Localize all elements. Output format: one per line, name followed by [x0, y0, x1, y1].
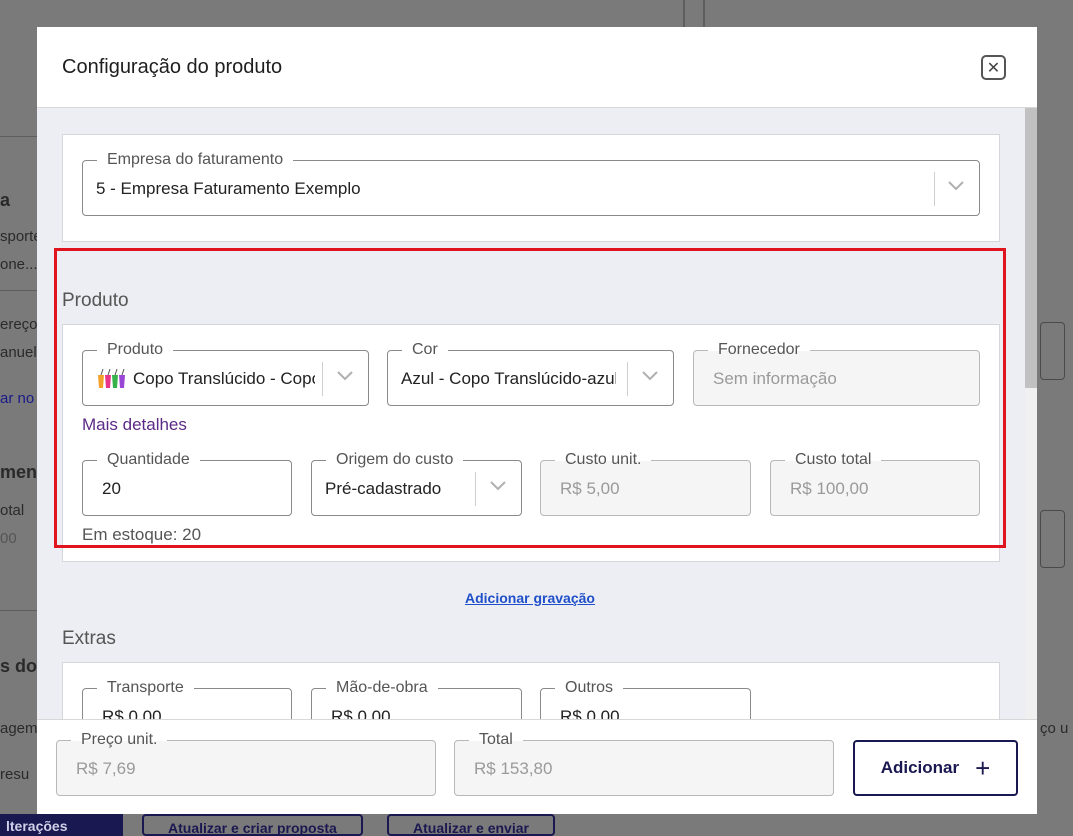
bg-text: ereço [0, 316, 38, 333]
field-value: Sem informação [713, 369, 837, 388]
field-value: Copo Translúcido - Copo [133, 369, 315, 388]
bg-text: ar no [0, 390, 35, 407]
bg-button: Atualizar e enviar [387, 814, 555, 836]
bg-field [1040, 322, 1065, 380]
fornecedor-field: Fornecedor Sem informação [693, 340, 980, 406]
stock-text: Em estoque: 20 [82, 525, 202, 544]
divider [322, 362, 323, 396]
divider [0, 610, 37, 611]
field-label: Custo unit. [555, 450, 652, 470]
bg-field [1040, 510, 1065, 568]
chevron-down-icon[interactable] [639, 365, 661, 387]
section-title-extras: Extras [62, 628, 116, 649]
field-value: Azul - Copo Translúcido-azul_c [401, 369, 616, 388]
modal-footer: Preço unit. R$ 7,69 Total R$ 153,80 Adic… [37, 719, 1037, 814]
more-details-link[interactable]: Mais detalhes [82, 415, 187, 435]
product-config-modal: Configuração do produto ✕ Empresa do fat… [37, 27, 1037, 814]
field-label: Produto [97, 340, 174, 360]
add-button[interactable]: Adicionar + [853, 740, 1018, 796]
field-label: Cor [402, 340, 448, 360]
field-value: Pré-cadastrado [325, 479, 442, 498]
close-button[interactable]: ✕ [981, 55, 1006, 80]
field-value: R$ 100,00 [790, 479, 869, 498]
custo-unit-field: Custo unit. R$ 5,00 [540, 450, 751, 516]
chevron-down-icon[interactable] [945, 175, 967, 197]
divider [683, 0, 685, 28]
modal-header: Configuração do produto ✕ [37, 27, 1037, 108]
field-value: R$ 7,69 [76, 759, 136, 778]
field-value: R$ 5,00 [560, 479, 620, 498]
field-label: Origem do custo [326, 450, 464, 470]
scrollbar-thumb[interactable] [1025, 108, 1037, 388]
field-label: Preço unit. [71, 730, 168, 750]
field-label: Mão-de-obra [326, 678, 438, 698]
divider [703, 0, 705, 28]
divider [0, 136, 37, 137]
modal-body: Empresa do faturamento 5 - Empresa Fatur… [37, 108, 1025, 719]
bg-text: resu [0, 766, 30, 783]
extras-card: Transporte R$ 0,00 Mão-de-obra R$ 0,00 O… [62, 662, 1000, 719]
quantidade-input[interactable]: Quantidade 20 [82, 450, 292, 516]
field-label: Custo total [785, 450, 882, 470]
divider [627, 362, 628, 396]
add-button-label: Adicionar [880, 758, 960, 777]
bg-text: ço u [1040, 720, 1069, 737]
section-title-produto: Produto [62, 290, 129, 311]
field-label: Fornecedor [708, 340, 810, 360]
bg-text: otal [0, 502, 25, 519]
field-label: Outros [555, 678, 624, 698]
divider [934, 172, 935, 206]
field-value: 20 [102, 479, 121, 498]
divider [0, 290, 37, 291]
transporte-input[interactable]: Transporte R$ 0,00 [82, 678, 292, 719]
chevron-down-icon[interactable] [334, 365, 356, 387]
field-value: 5 - Empresa Faturamento Exemplo [96, 179, 361, 198]
bg-text: sporte [0, 228, 42, 245]
field-label: Empresa do faturamento [97, 150, 294, 170]
produto-card: Produto Copo Translúcido - Copo Cor Azul… [62, 324, 1000, 562]
total-field: Total R$ 153,80 [454, 730, 834, 796]
bg-text: one... [0, 256, 38, 273]
divider [475, 472, 476, 506]
field-value: R$ 0,00 [331, 707, 391, 719]
field-value: R$ 0,00 [560, 707, 620, 719]
mao-de-obra-input[interactable]: Mão-de-obra R$ 0,00 [311, 678, 522, 719]
bg-button: Atualizar e criar proposta [142, 814, 363, 836]
billing-card: Empresa do faturamento 5 - Empresa Fatur… [62, 134, 1000, 242]
bg-text: anuel [0, 344, 37, 361]
billing-company-select[interactable]: Empresa do faturamento 5 - Empresa Fatur… [82, 150, 980, 216]
bg-text: 00 [0, 530, 17, 547]
bg-text: agem [0, 720, 38, 737]
close-icon: ✕ [986, 59, 1001, 77]
bg-save-button: lterações [0, 814, 123, 836]
outros-input[interactable]: Outros R$ 0,00 [540, 678, 751, 719]
field-value: R$ 153,80 [474, 759, 553, 778]
origem-custo-select[interactable]: Origem do custo Pré-cadastrado [311, 450, 522, 516]
add-engraving-link[interactable]: Adicionar gravação [465, 590, 595, 606]
preco-unit-field: Preço unit. R$ 7,69 [56, 730, 436, 796]
cor-select[interactable]: Cor Azul - Copo Translúcido-azul_c [387, 340, 674, 406]
cups-icon [98, 369, 125, 388]
field-label: Transporte [97, 678, 194, 698]
field-value: R$ 0,00 [102, 707, 162, 719]
chevron-down-icon[interactable] [487, 475, 509, 497]
modal-title: Configuração do produto [62, 56, 283, 78]
plus-icon: + [975, 753, 991, 783]
bg-text: a [0, 190, 11, 210]
produto-select[interactable]: Produto Copo Translúcido - Copo [82, 340, 369, 406]
field-label: Quantidade [97, 450, 200, 470]
field-label: Total [469, 730, 523, 750]
custo-total-field: Custo total R$ 100,00 [770, 450, 980, 516]
scrollbar[interactable] [1025, 108, 1037, 719]
